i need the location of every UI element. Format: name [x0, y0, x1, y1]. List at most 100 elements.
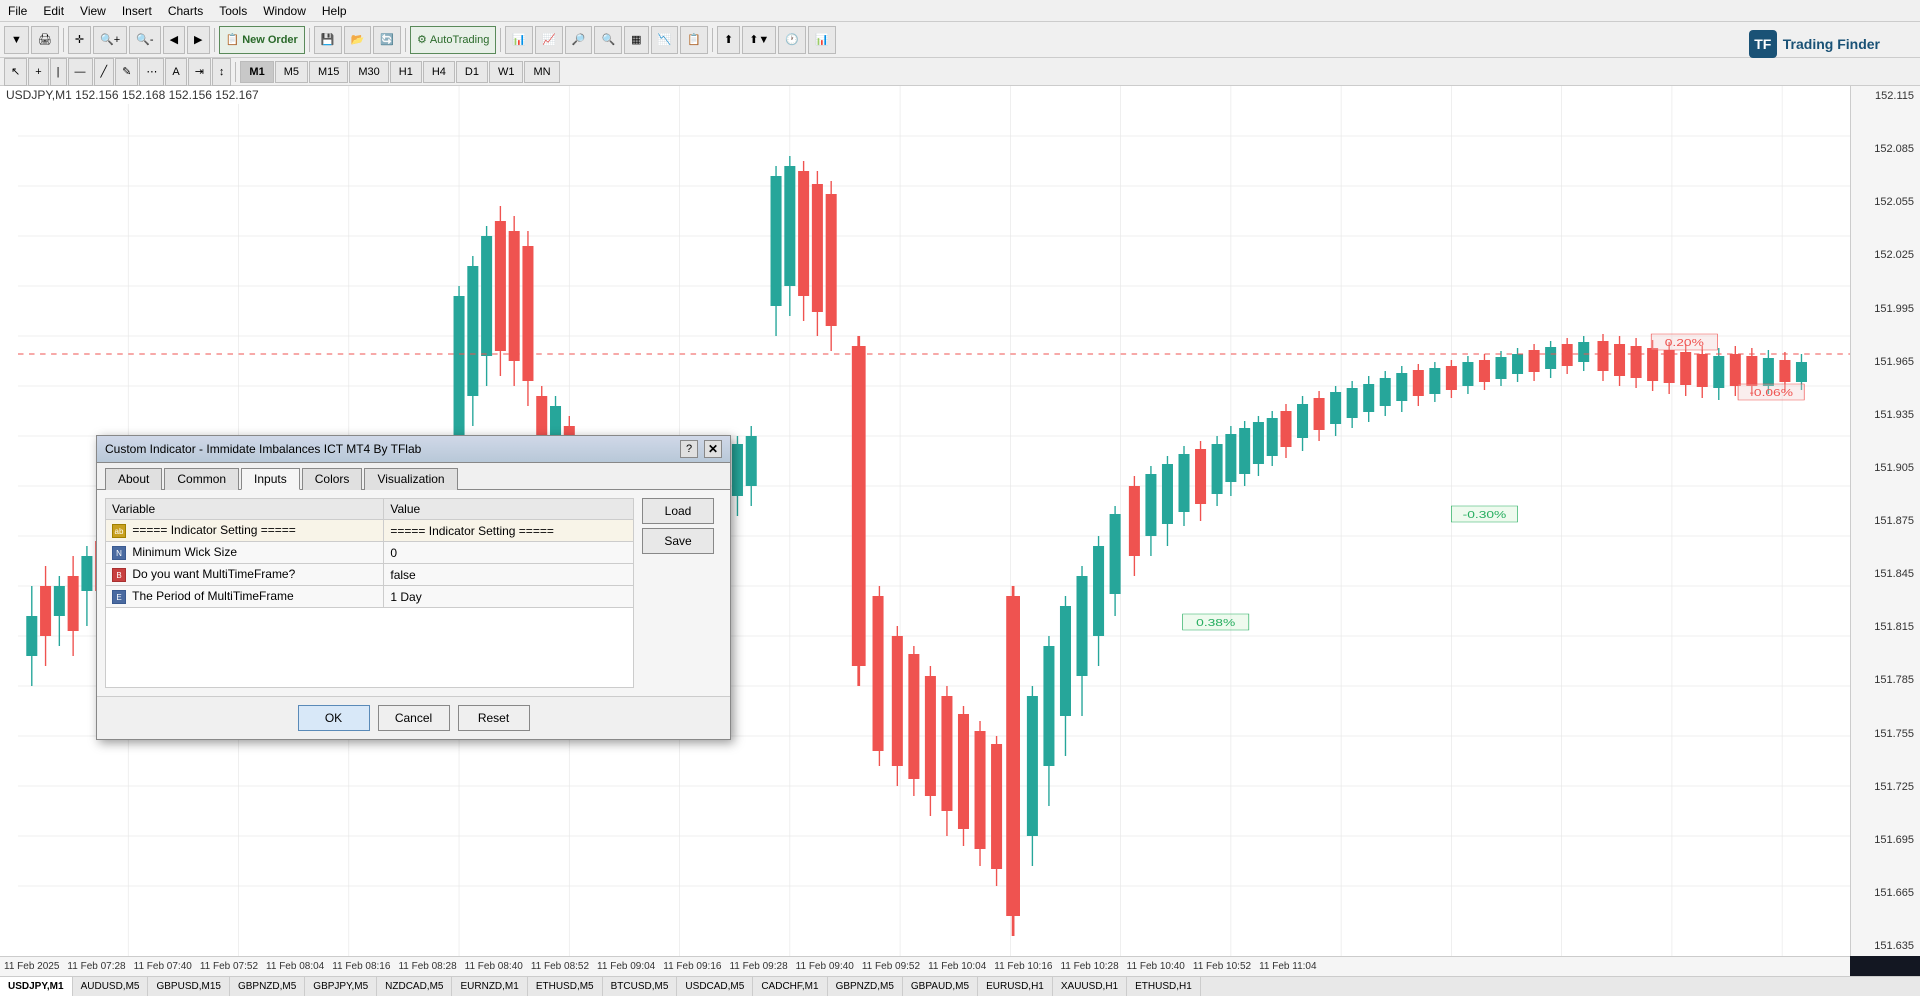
tf-m15[interactable]: M15 — [309, 61, 348, 83]
toolbar-draw[interactable]: ✎ — [115, 58, 138, 86]
price-8: 151.905 — [1853, 462, 1918, 474]
toolbar-btn-i[interactable]: ⬆▼ — [742, 26, 776, 54]
tab-gbpusd-m15[interactable]: GBPUSD,M15 — [148, 977, 229, 996]
table-row[interactable]: E The Period of MultiTimeFrame 1 Day — [106, 586, 634, 608]
toolbar-btn-j[interactable]: 🕐 — [778, 26, 806, 54]
tf-d1[interactable]: D1 — [456, 61, 488, 83]
toolbar-text[interactable]: A — [165, 58, 186, 86]
tab-eurnzd-m1[interactable]: EURNZD,M1 — [452, 977, 527, 996]
svg-text:-0.30%: -0.30% — [1463, 509, 1507, 521]
price-15: 151.695 — [1853, 834, 1918, 846]
toolbar-btn-e[interactable]: ▦ — [624, 26, 648, 54]
tab-nzdcad-m5[interactable]: NZDCAD,M5 — [377, 977, 452, 996]
tab-usdcad-m5[interactable]: USDCAD,M5 — [677, 977, 753, 996]
tab-about[interactable]: About — [105, 468, 162, 490]
price-17: 151.635 — [1853, 940, 1918, 952]
tf-m5[interactable]: M5 — [275, 61, 308, 83]
tab-xauusd-h1[interactable]: XAUUSD,H1 — [1053, 977, 1127, 996]
table-row[interactable]: ab ===== Indicator Setting ===== ===== I… — [106, 520, 634, 542]
tab-cadchf-m1[interactable]: CADCHF,M1 — [753, 977, 827, 996]
toolbar-btn-c[interactable]: 🔎 — [565, 26, 593, 54]
autotrading-button[interactable]: ⚙ AutoTrading — [410, 26, 496, 54]
autotrading-icon: ⚙ — [417, 33, 427, 46]
toolbar-btn-1[interactable]: ▼ — [4, 26, 29, 54]
save-button[interactable]: Save — [642, 528, 714, 554]
price-1: 152.115 — [1853, 90, 1918, 102]
menu-help[interactable]: Help — [314, 4, 355, 18]
toolbar-btn-2[interactable]: 🖨 — [31, 26, 59, 54]
price-10: 151.845 — [1853, 568, 1918, 580]
toolbar-btn-k[interactable]: 📊 — [808, 26, 836, 54]
tab-ethusd-h1[interactable]: ETHUSD,H1 — [1127, 977, 1201, 996]
tf-m30[interactable]: M30 — [349, 61, 388, 83]
price-11: 151.815 — [1853, 621, 1918, 633]
toolbar-btn-crosshair[interactable]: ✛ — [68, 26, 91, 54]
tab-usdjpy-m1[interactable]: USDJPY,M1 — [0, 977, 73, 996]
tf-mn[interactable]: MN — [524, 61, 559, 83]
tab-gbpnzd-m5[interactable]: GBPNZD,M5 — [230, 977, 305, 996]
tf-h1[interactable]: H1 — [390, 61, 422, 83]
tf-m1[interactable]: M1 — [240, 61, 273, 83]
row-icon-number: N — [112, 546, 126, 560]
dialog-help-button[interactable]: ? — [680, 440, 698, 458]
toolbar-dash[interactable]: — — [68, 58, 93, 86]
menu-tools[interactable]: Tools — [211, 4, 255, 18]
menu-edit[interactable]: Edit — [35, 4, 72, 18]
tf-h4[interactable]: H4 — [423, 61, 455, 83]
tab-gbpnzd-m5-2[interactable]: GBPNZD,M5 — [828, 977, 903, 996]
tab-audusd-m5[interactable]: AUDUSD,M5 — [73, 977, 149, 996]
toolbar-btn-a[interactable]: 📊 — [505, 26, 533, 54]
tab-common[interactable]: Common — [164, 468, 239, 490]
toolbar-btn-g[interactable]: 📋 — [680, 26, 708, 54]
tab-colors[interactable]: Colors — [302, 468, 363, 490]
value-cell-1: ===== Indicator Setting ===== — [384, 520, 634, 542]
new-order-button[interactable]: 📋 New Order — [219, 26, 305, 54]
reset-button[interactable]: Reset — [458, 705, 530, 731]
toolbar-line[interactable]: | — [50, 58, 67, 86]
toolbar-btn-zoom-in[interactable]: 🔍+ — [93, 26, 127, 54]
toolbar-btn-back[interactable]: ◀ — [163, 26, 185, 54]
col-value: Value — [384, 499, 634, 520]
tab-eurusd-h1[interactable]: EURUSD,H1 — [978, 977, 1053, 996]
toolbar-cursor[interactable]: ↖ — [4, 58, 27, 86]
menu-file[interactable]: File — [0, 4, 35, 18]
tab-gbpjpy-m5[interactable]: GBPJPY,M5 — [305, 977, 377, 996]
tab-ethusd-m5[interactable]: ETHUSD,M5 — [528, 977, 603, 996]
load-button[interactable]: Load — [642, 498, 714, 524]
dialog-close-button[interactable]: ✕ — [704, 440, 722, 458]
table-row[interactable]: N Minimum Wick Size 0 — [106, 542, 634, 564]
toolbar-btn-zoom-out[interactable]: 🔍- — [129, 26, 160, 54]
toolbar-btn-h[interactable]: ⬆ — [717, 26, 740, 54]
toolbar-btn-open[interactable]: 📂 — [344, 26, 372, 54]
toolbar-btn-d[interactable]: 🔍 — [594, 26, 622, 54]
toolbar-btn-refresh[interactable]: 🔄 — [373, 26, 401, 54]
toolbar-btn-forward[interactable]: ▶ — [187, 26, 209, 54]
tab-visualization[interactable]: Visualization — [364, 468, 457, 490]
tab-btcusd-m5[interactable]: BTCUSD,M5 — [603, 977, 678, 996]
menu-view[interactable]: View — [72, 4, 114, 18]
menu-insert[interactable]: Insert — [114, 4, 160, 18]
cancel-button[interactable]: Cancel — [378, 705, 450, 731]
menu-charts[interactable]: Charts — [160, 4, 211, 18]
ok-button[interactable]: OK — [298, 705, 370, 731]
toolbar-btn-b[interactable]: 📈 — [535, 26, 563, 54]
symbol-tabs-bar: USDJPY,M1 AUDUSD,M5 GBPUSD,M15 GBPNZD,M5… — [0, 976, 1920, 996]
time-12: 11 Feb 09:28 — [725, 961, 791, 972]
tf-logo-text: Trading Finder — [1783, 36, 1880, 52]
indicator-dialog[interactable]: Custom Indicator - Immidate Imbalances I… — [96, 435, 731, 740]
toolbar-fib[interactable]: ⋯ — [139, 58, 164, 86]
toolbar-diagonal[interactable]: ╱ — [94, 58, 115, 86]
toolbar-cursor2[interactable]: ↕ — [212, 58, 232, 86]
toolbar-arrow[interactable]: ⇥ — [188, 58, 211, 86]
tf-w1[interactable]: W1 — [489, 61, 524, 83]
toolbar-btn-save[interactable]: 💾 — [314, 26, 342, 54]
toolbar-btn-f[interactable]: 📉 — [651, 26, 679, 54]
time-9: 11 Feb 08:52 — [527, 961, 593, 972]
table-row[interactable]: B Do you want MultiTimeFrame? false — [106, 564, 634, 586]
inputs-table-wrapper: Variable Value ab ===== Indicator Settin… — [105, 498, 634, 688]
tab-inputs[interactable]: Inputs — [241, 468, 300, 490]
menu-bar[interactable]: File Edit View Insert Charts Tools Windo… — [0, 0, 1920, 22]
tab-gbpaud-m5[interactable]: GBPAUD,M5 — [903, 977, 978, 996]
menu-window[interactable]: Window — [255, 4, 314, 18]
toolbar-crosshair[interactable]: + — [28, 58, 48, 86]
